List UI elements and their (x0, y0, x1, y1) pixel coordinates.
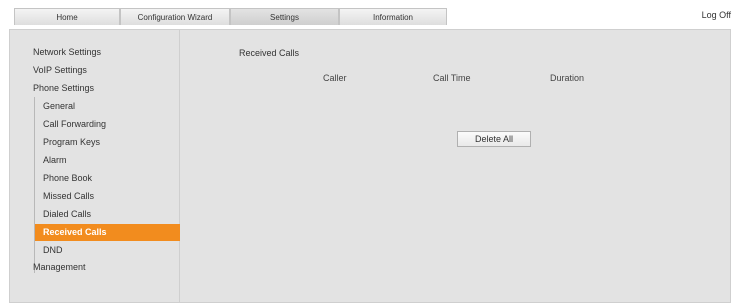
column-header-call-time: Call Time (433, 73, 471, 83)
tab-home[interactable]: Home (14, 8, 120, 25)
sidebar-item-alarm[interactable]: Alarm (35, 152, 180, 169)
log-off-link[interactable]: Log Off (702, 10, 731, 20)
column-header-caller: Caller (323, 73, 347, 83)
sidebar-item-phone-book[interactable]: Phone Book (35, 170, 180, 187)
page-title: Received Calls (239, 48, 300, 58)
sidebar-item-call-forwarding[interactable]: Call Forwarding (35, 116, 180, 133)
content-panel: Network Settings VoIP Settings Phone Set… (9, 29, 731, 303)
phone-settings-submenu: General Call Forwarding Program Keys Ala… (34, 97, 180, 273)
sidebar-item-management[interactable]: Management (33, 262, 86, 272)
tab-configuration-wizard[interactable]: Configuration Wizard (120, 8, 230, 25)
sidebar-item-dnd[interactable]: DND (35, 242, 180, 259)
column-header-duration: Duration (550, 73, 585, 83)
sidebar-item-dialed-calls[interactable]: Dialed Calls (35, 206, 180, 223)
top-tab-bar: Home Configuration Wizard Settings Infor… (14, 8, 447, 25)
sidebar-item-general[interactable]: General (35, 98, 180, 115)
delete-all-button[interactable]: Delete All (457, 131, 531, 147)
tab-settings[interactable]: Settings (230, 8, 339, 25)
sidebar-item-received-calls[interactable]: Received Calls (35, 224, 180, 241)
sidebar-item-network-settings[interactable]: Network Settings (33, 47, 101, 57)
sidebar: Network Settings VoIP Settings Phone Set… (10, 30, 180, 302)
sidebar-item-missed-calls[interactable]: Missed Calls (35, 188, 180, 205)
sidebar-item-phone-settings[interactable]: Phone Settings (33, 83, 94, 93)
sidebar-item-program-keys[interactable]: Program Keys (35, 134, 180, 151)
sidebar-item-voip-settings[interactable]: VoIP Settings (33, 65, 87, 75)
tab-information[interactable]: Information (339, 8, 447, 25)
